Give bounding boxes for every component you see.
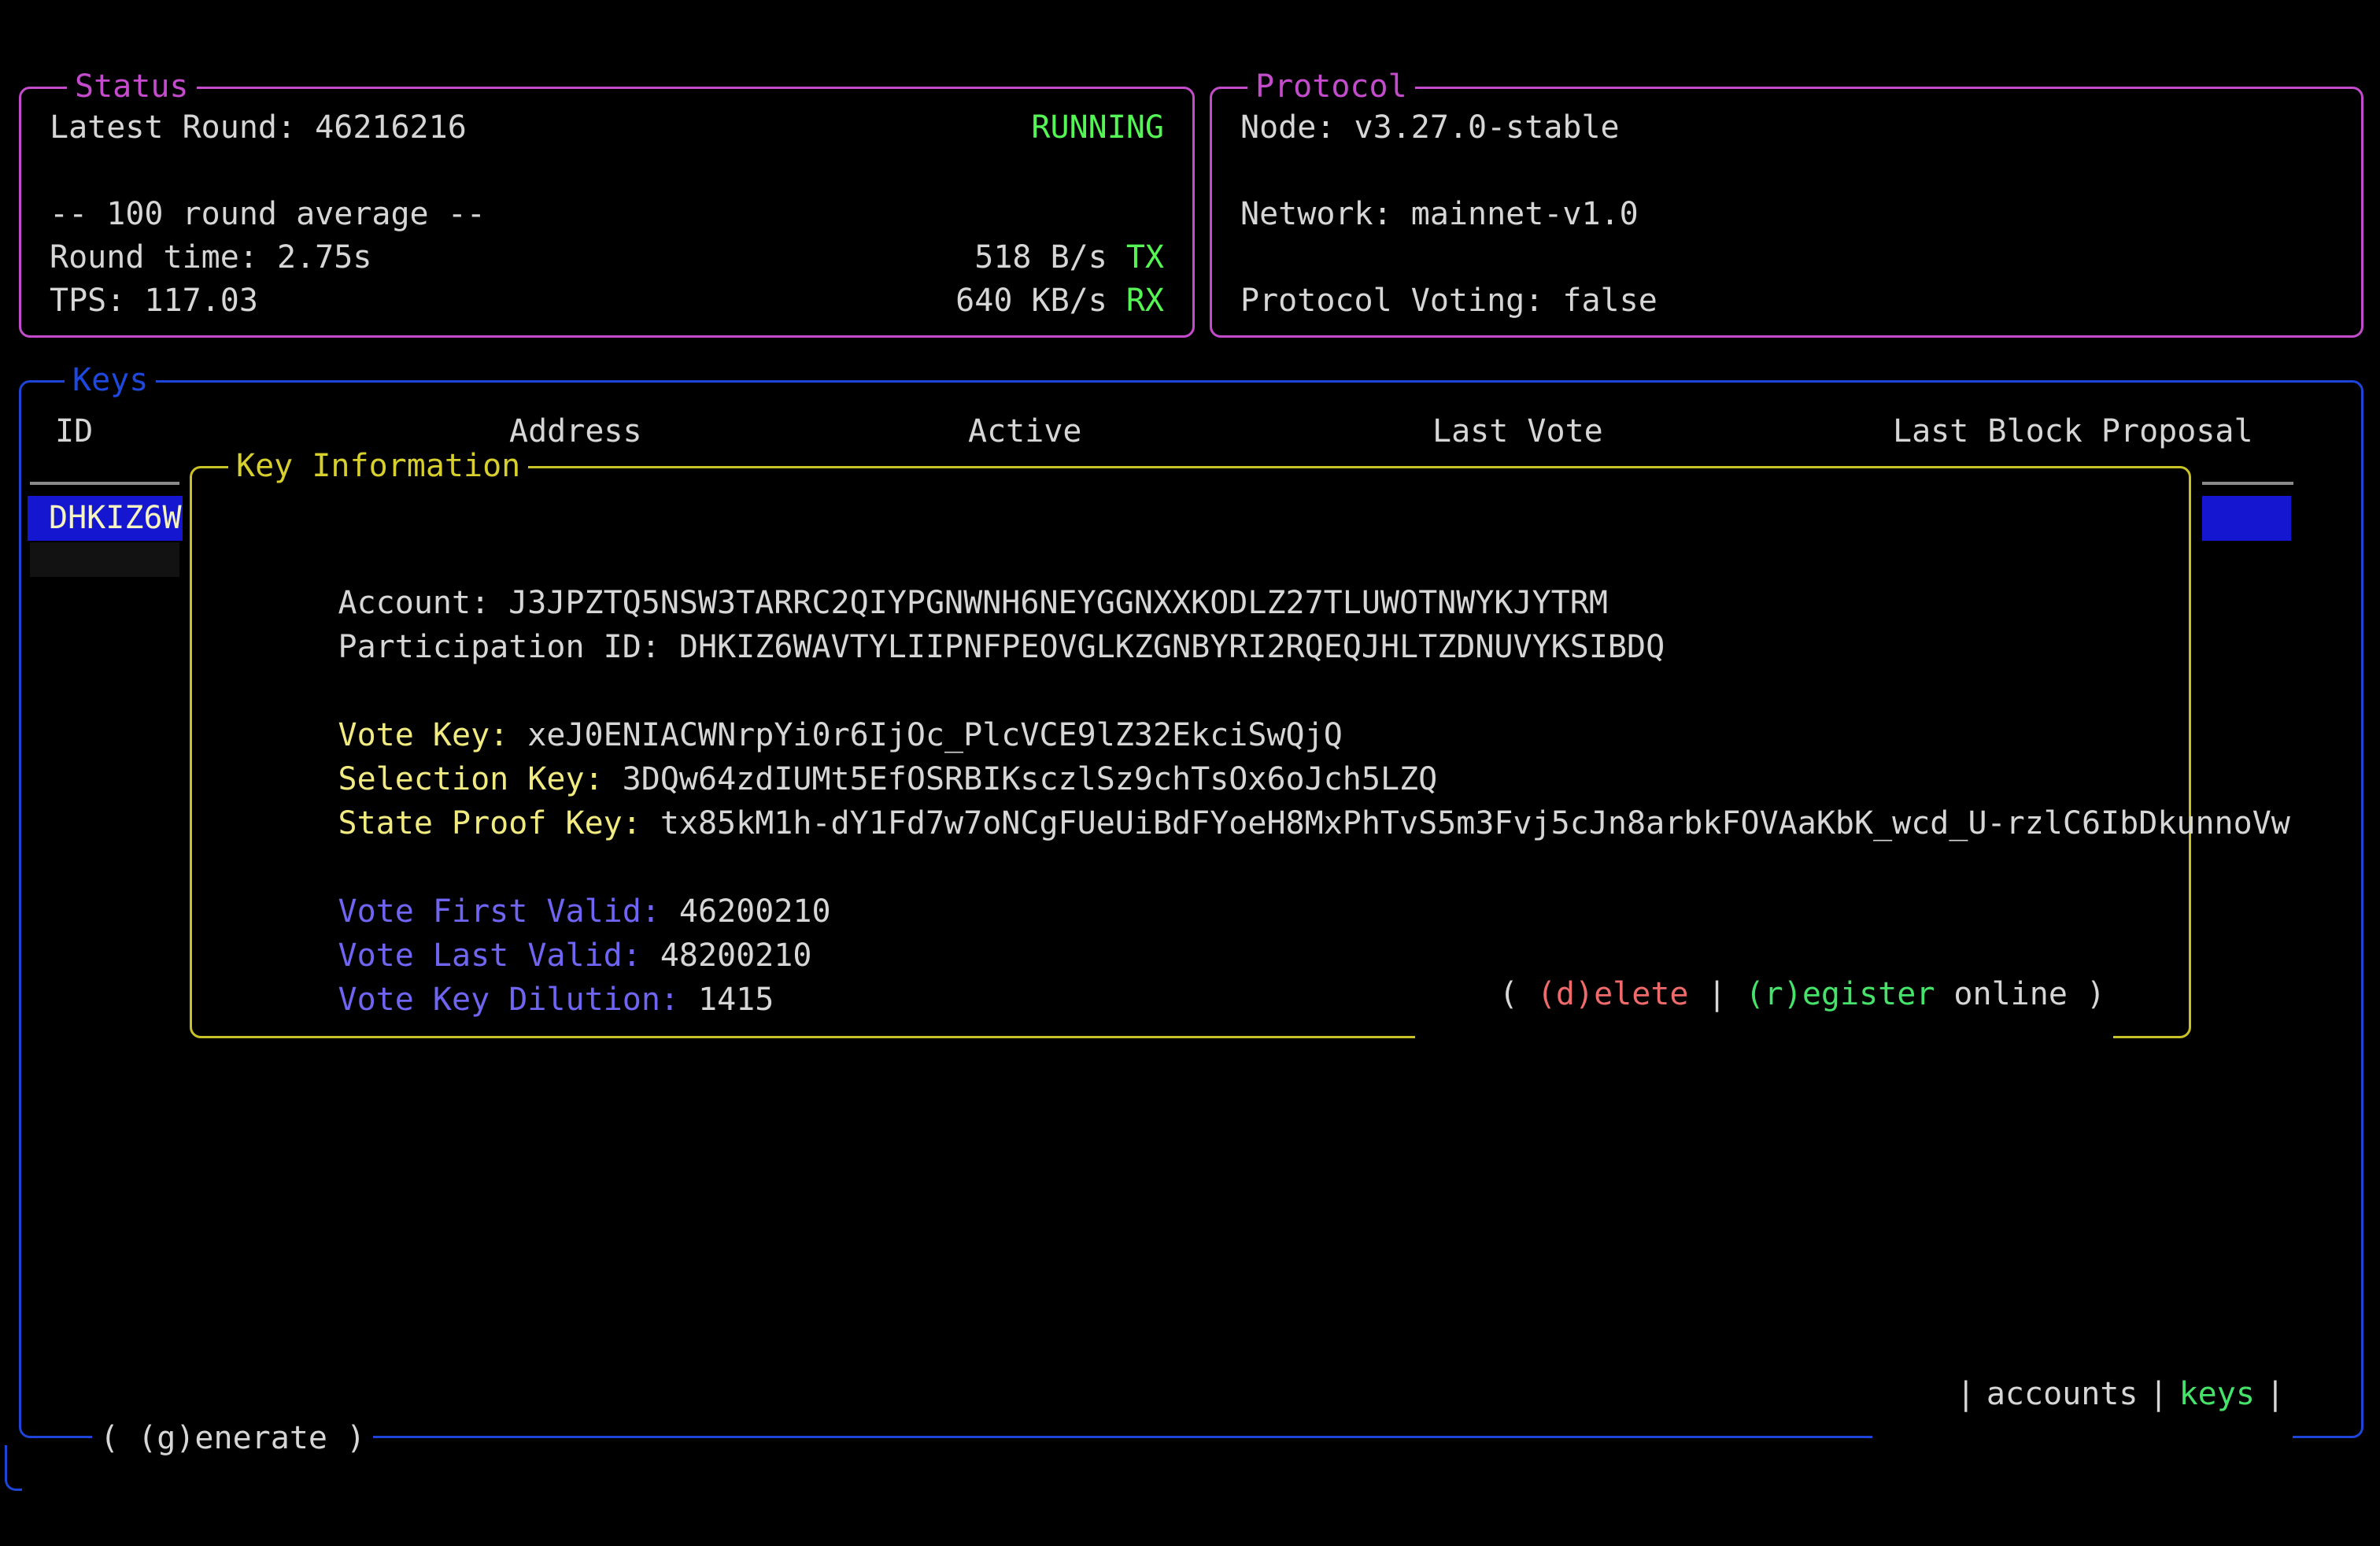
account-label: Account: xyxy=(338,585,490,621)
table-row-dimmed xyxy=(30,542,179,577)
vote-key-value: xeJ0ENIACWNrpYi0r6IjOc_PlcVCE9lZ32EkciSw… xyxy=(527,717,1343,753)
table-row-selected-right-fragment[interactable] xyxy=(2202,496,2291,541)
actions-open-paren: ( xyxy=(1499,976,1518,1012)
selection-key-value: 3DQw64zdIUMt5EfOSRBIKsczlSz9chTsOx6oJch5… xyxy=(623,761,1438,797)
vote-last-valid-label: Vote Last Valid: xyxy=(338,938,641,974)
tx-rate-value: 518 B/s xyxy=(974,239,1107,276)
status-panel: Status Latest Round: 46216216 RUNNING --… xyxy=(19,87,1195,338)
column-header-address: Address xyxy=(509,409,642,453)
tab-keys[interactable]: keys xyxy=(2168,1376,2266,1412)
actions-close-paren: ) xyxy=(2086,976,2105,1012)
terminal-screen: { "status": { "title": "Status", "latest… xyxy=(0,0,2380,1546)
key-information-modal: Key Information Account:J3JPZTQ5NSW3TARR… xyxy=(190,466,2191,1038)
tx-rate-group: 518 B/s TX xyxy=(974,236,1164,279)
tab-divider: | xyxy=(2266,1376,2285,1412)
protocol-voting-text: Protocol Voting: false xyxy=(1240,279,1658,323)
keys-panel-title: Keys xyxy=(65,358,156,402)
register-online-suffix: online xyxy=(1953,976,2068,1012)
header-separator-right xyxy=(2202,482,2293,485)
column-header-id: ID xyxy=(55,409,93,453)
status-panel-content: Latest Round: 46216216 RUNNING -- 100 ro… xyxy=(21,89,1192,323)
key-information-content: Account: J3JPZTQ5NSW3TARRC2QIYPGNWNH6NEYG… xyxy=(192,468,2189,978)
tps-text: TPS: 117.03 xyxy=(50,279,258,323)
node-state-badge: RUNNING xyxy=(1031,106,1164,150)
rx-rate-group: 640 KB/s RX xyxy=(955,279,1164,323)
column-header-last-block-proposal: Last Block Proposal xyxy=(1893,409,2253,453)
view-tabs: |accounts|keys| xyxy=(1872,1328,2293,1460)
vote-key-label: Vote Key: xyxy=(338,717,509,753)
state-proof-key-value: tx85kM1h-dY1Fd7w7oNCgFUeUiBdFYoeH8MxPhTv… xyxy=(660,805,2290,841)
vote-first-valid-value: 46200210 xyxy=(679,893,831,930)
account-value: J3JPZTQ5NSW3TARRC2QIYPGNWNH6NEYGGNXXKODL… xyxy=(508,585,1608,621)
actions-divider: | xyxy=(1707,976,1726,1012)
tab-divider: | xyxy=(1957,1376,1975,1412)
state-proof-key-label: State Proof Key: xyxy=(338,805,641,841)
round-time-text: Round time: 2.75s xyxy=(50,236,371,279)
partial-border-artifact xyxy=(5,1445,22,1491)
register-online-action[interactable]: (r)egister xyxy=(1746,976,1935,1012)
delete-key-action[interactable]: (d)elete xyxy=(1537,976,1689,1012)
vote-key-dilution-label: Vote Key Dilution: xyxy=(338,982,679,1018)
network-text: Network: mainnet-v1.0 xyxy=(1240,193,1639,236)
node-version-text: Node: v3.27.0-stable xyxy=(1240,106,1620,150)
tab-accounts[interactable]: accounts xyxy=(1975,1376,2149,1412)
tab-divider: | xyxy=(2149,1376,2168,1412)
vote-first-valid-label: Vote First Valid: xyxy=(338,893,660,930)
round-average-header: -- 100 round average -- xyxy=(50,193,486,236)
protocol-panel-content: Node: v3.27.0-stable Network: mainnet-v1… xyxy=(1212,89,2361,323)
protocol-panel: Protocol Node: v3.27.0-stable Network: m… xyxy=(1210,87,2363,338)
column-header-last-vote: Last Vote xyxy=(1432,409,1603,453)
rx-rate-value: 640 KB/s xyxy=(955,283,1107,319)
key-actions-bar: ( (d)elete | (r)egister online) xyxy=(1415,928,2113,1060)
participation-id-value: DHKIZ6WAVTYLIIPNFPEOVGLKZGNBYRI2RQEQJHLT… xyxy=(679,629,1665,665)
table-row-selected[interactable]: DHKIZ6W xyxy=(28,496,183,541)
header-separator-left xyxy=(30,482,179,485)
selection-key-label: Selection Key: xyxy=(338,761,604,797)
latest-round-text: Latest Round: 46216216 xyxy=(50,106,467,150)
tx-label: TX xyxy=(1126,239,1164,276)
rx-label: RX xyxy=(1126,283,1164,319)
generate-key-hint[interactable]: ( (g)enerate ) xyxy=(92,1416,373,1460)
vote-last-valid-value: 48200210 xyxy=(660,938,812,974)
vote-key-dilution-value: 1415 xyxy=(698,982,774,1018)
participation-id-label: Participation ID: xyxy=(338,629,660,665)
selected-key-id: DHKIZ6W xyxy=(28,500,182,536)
column-header-active: Active xyxy=(968,409,1082,453)
